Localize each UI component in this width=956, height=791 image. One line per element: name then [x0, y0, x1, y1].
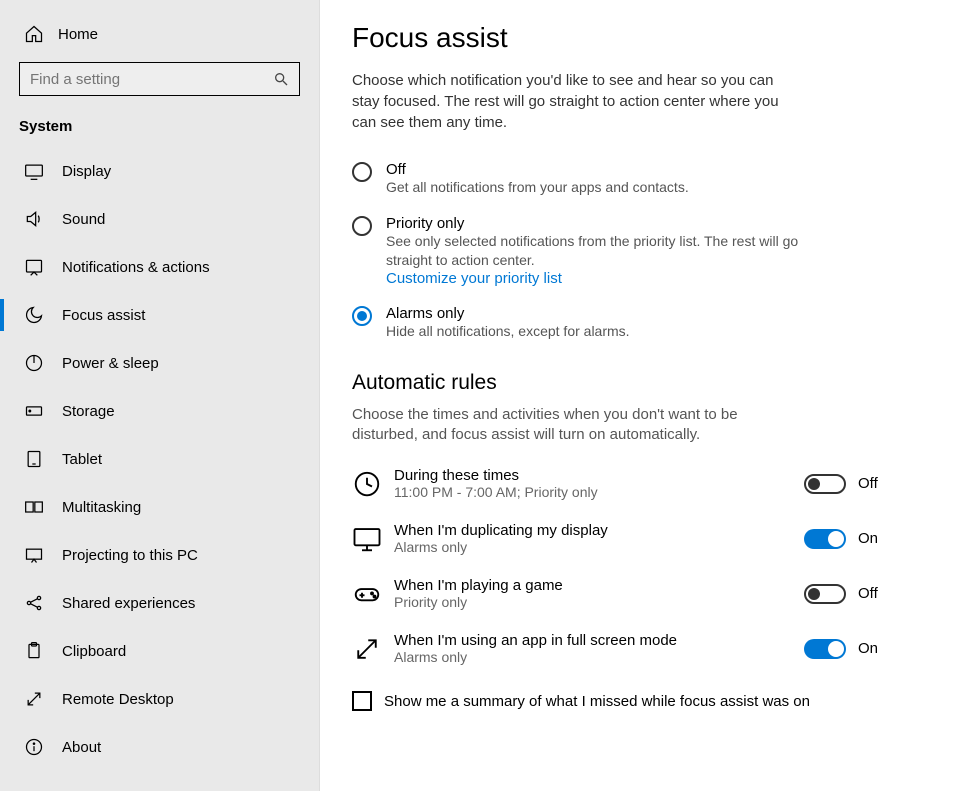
rule-playing-game[interactable]: When I'm playing a game Priority only Of…: [352, 577, 924, 610]
rule-toggle[interactable]: [804, 584, 846, 604]
sidebar-item-shared-experiences[interactable]: Shared experiences: [0, 579, 319, 627]
focus-mode-radio-group: Off Get all notifications from your apps…: [352, 161, 822, 341]
notifications-icon: [24, 257, 44, 277]
power-icon: [24, 353, 44, 373]
radio-label: Alarms only: [386, 305, 630, 322]
rule-title: During these times: [394, 467, 804, 484]
nav-home[interactable]: Home: [0, 14, 319, 58]
radio-label: Priority only: [386, 215, 822, 232]
rule-toggle-label: On: [858, 640, 878, 657]
sidebar-item-about[interactable]: About: [0, 723, 319, 771]
sidebar-item-label: Sound: [62, 211, 105, 228]
sidebar-item-label: Projecting to this PC: [62, 547, 198, 564]
moon-icon: [24, 305, 44, 325]
sidebar-item-storage[interactable]: Storage: [0, 387, 319, 435]
radio-alarms-only[interactable]: Alarms only Hide all notifications, exce…: [352, 305, 822, 341]
rule-title: When I'm duplicating my display: [394, 522, 804, 539]
clipboard-icon: [24, 641, 44, 661]
automatic-rules-title: Automatic rules: [352, 371, 924, 395]
rule-title: When I'm using an app in full screen mod…: [394, 632, 804, 649]
sidebar-item-notifications[interactable]: Notifications & actions: [0, 243, 319, 291]
sidebar-item-power-sleep[interactable]: Power & sleep: [0, 339, 319, 387]
fullscreen-icon: [352, 634, 382, 664]
rules-list: During these times 11:00 PM - 7:00 AM; P…: [352, 467, 924, 665]
rule-during-these-times[interactable]: During these times 11:00 PM - 7:00 AM; P…: [352, 467, 924, 500]
shared-icon: [24, 593, 44, 613]
nav-home-label: Home: [58, 26, 98, 43]
sidebar-item-label: Multitasking: [62, 499, 141, 516]
radio-icon: [352, 162, 372, 182]
rule-toggle[interactable]: [804, 639, 846, 659]
radio-desc: Get all notifications from your apps and…: [386, 178, 689, 197]
sidebar-section-header: System: [0, 112, 319, 147]
sidebar-nav-list: Display Sound Notifications & actions Fo…: [0, 147, 319, 771]
customize-priority-link[interactable]: Customize your priority list: [386, 270, 822, 287]
rule-toggle[interactable]: [804, 474, 846, 494]
sidebar-item-label: Remote Desktop: [62, 691, 174, 708]
sidebar-item-label: Storage: [62, 403, 115, 420]
sidebar-item-label: Power & sleep: [62, 355, 159, 372]
sidebar-item-label: Display: [62, 163, 111, 180]
main-content: Focus assist Choose which notification y…: [320, 0, 956, 791]
sidebar-item-label: Tablet: [62, 451, 102, 468]
sidebar-item-multitasking[interactable]: Multitasking: [0, 483, 319, 531]
page-title: Focus assist: [352, 22, 924, 54]
sidebar-item-display[interactable]: Display: [0, 147, 319, 195]
gamepad-icon: [352, 579, 382, 609]
sidebar-item-label: Shared experiences: [62, 595, 195, 612]
sidebar-item-label: Clipboard: [62, 643, 126, 660]
display-icon: [24, 161, 44, 181]
rule-toggle-label: Off: [858, 475, 878, 492]
radio-off[interactable]: Off Get all notifications from your apps…: [352, 161, 822, 197]
sidebar-item-label: Focus assist: [62, 307, 145, 324]
clock-icon: [352, 469, 382, 499]
remote-desktop-icon: [24, 689, 44, 709]
radio-desc: See only selected notifications from the…: [386, 232, 822, 270]
automatic-rules-intro: Choose the times and activities when you…: [352, 405, 782, 446]
search-input[interactable]: [30, 71, 273, 88]
multitasking-icon: [24, 497, 44, 517]
rule-subtitle: 11:00 PM - 7:00 AM; Priority only: [394, 484, 804, 500]
radio-priority-only[interactable]: Priority only See only selected notifica…: [352, 215, 822, 287]
sidebar-item-label: Notifications & actions: [62, 259, 210, 276]
sidebar-item-clipboard[interactable]: Clipboard: [0, 627, 319, 675]
rule-toggle-label: On: [858, 530, 878, 547]
sidebar-item-tablet[interactable]: Tablet: [0, 435, 319, 483]
sidebar-item-projecting[interactable]: Projecting to this PC: [0, 531, 319, 579]
rule-duplicating-display[interactable]: When I'm duplicating my display Alarms o…: [352, 522, 924, 555]
search-icon: [273, 71, 289, 87]
sound-icon: [24, 209, 44, 229]
sidebar-item-focus-assist[interactable]: Focus assist: [0, 291, 319, 339]
rule-title: When I'm playing a game: [394, 577, 804, 594]
sidebar-item-sound[interactable]: Sound: [0, 195, 319, 243]
search-box[interactable]: [19, 62, 300, 96]
sidebar-item-label: About: [62, 739, 101, 756]
home-icon: [24, 24, 44, 44]
rule-subtitle: Priority only: [394, 594, 804, 610]
checkbox-icon: [352, 691, 372, 711]
page-intro: Choose which notification you'd like to …: [352, 70, 792, 133]
radio-label: Off: [386, 161, 689, 178]
radio-icon: [352, 216, 372, 236]
projecting-icon: [24, 545, 44, 565]
sidebar: Home System Display Sound Notifications …: [0, 0, 320, 791]
rule-subtitle: Alarms only: [394, 539, 804, 555]
rule-toggle[interactable]: [804, 529, 846, 549]
tablet-icon: [24, 449, 44, 469]
summary-checkbox-label: Show me a summary of what I missed while…: [384, 693, 810, 710]
summary-checkbox-row[interactable]: Show me a summary of what I missed while…: [352, 691, 924, 711]
storage-icon: [24, 401, 44, 421]
info-icon: [24, 737, 44, 757]
sidebar-item-remote-desktop[interactable]: Remote Desktop: [0, 675, 319, 723]
radio-icon: [352, 306, 372, 326]
monitor-icon: [352, 524, 382, 554]
rule-subtitle: Alarms only: [394, 649, 804, 665]
radio-desc: Hide all notifications, except for alarm…: [386, 322, 630, 341]
rule-fullscreen-app[interactable]: When I'm using an app in full screen mod…: [352, 632, 924, 665]
rule-toggle-label: Off: [858, 585, 878, 602]
